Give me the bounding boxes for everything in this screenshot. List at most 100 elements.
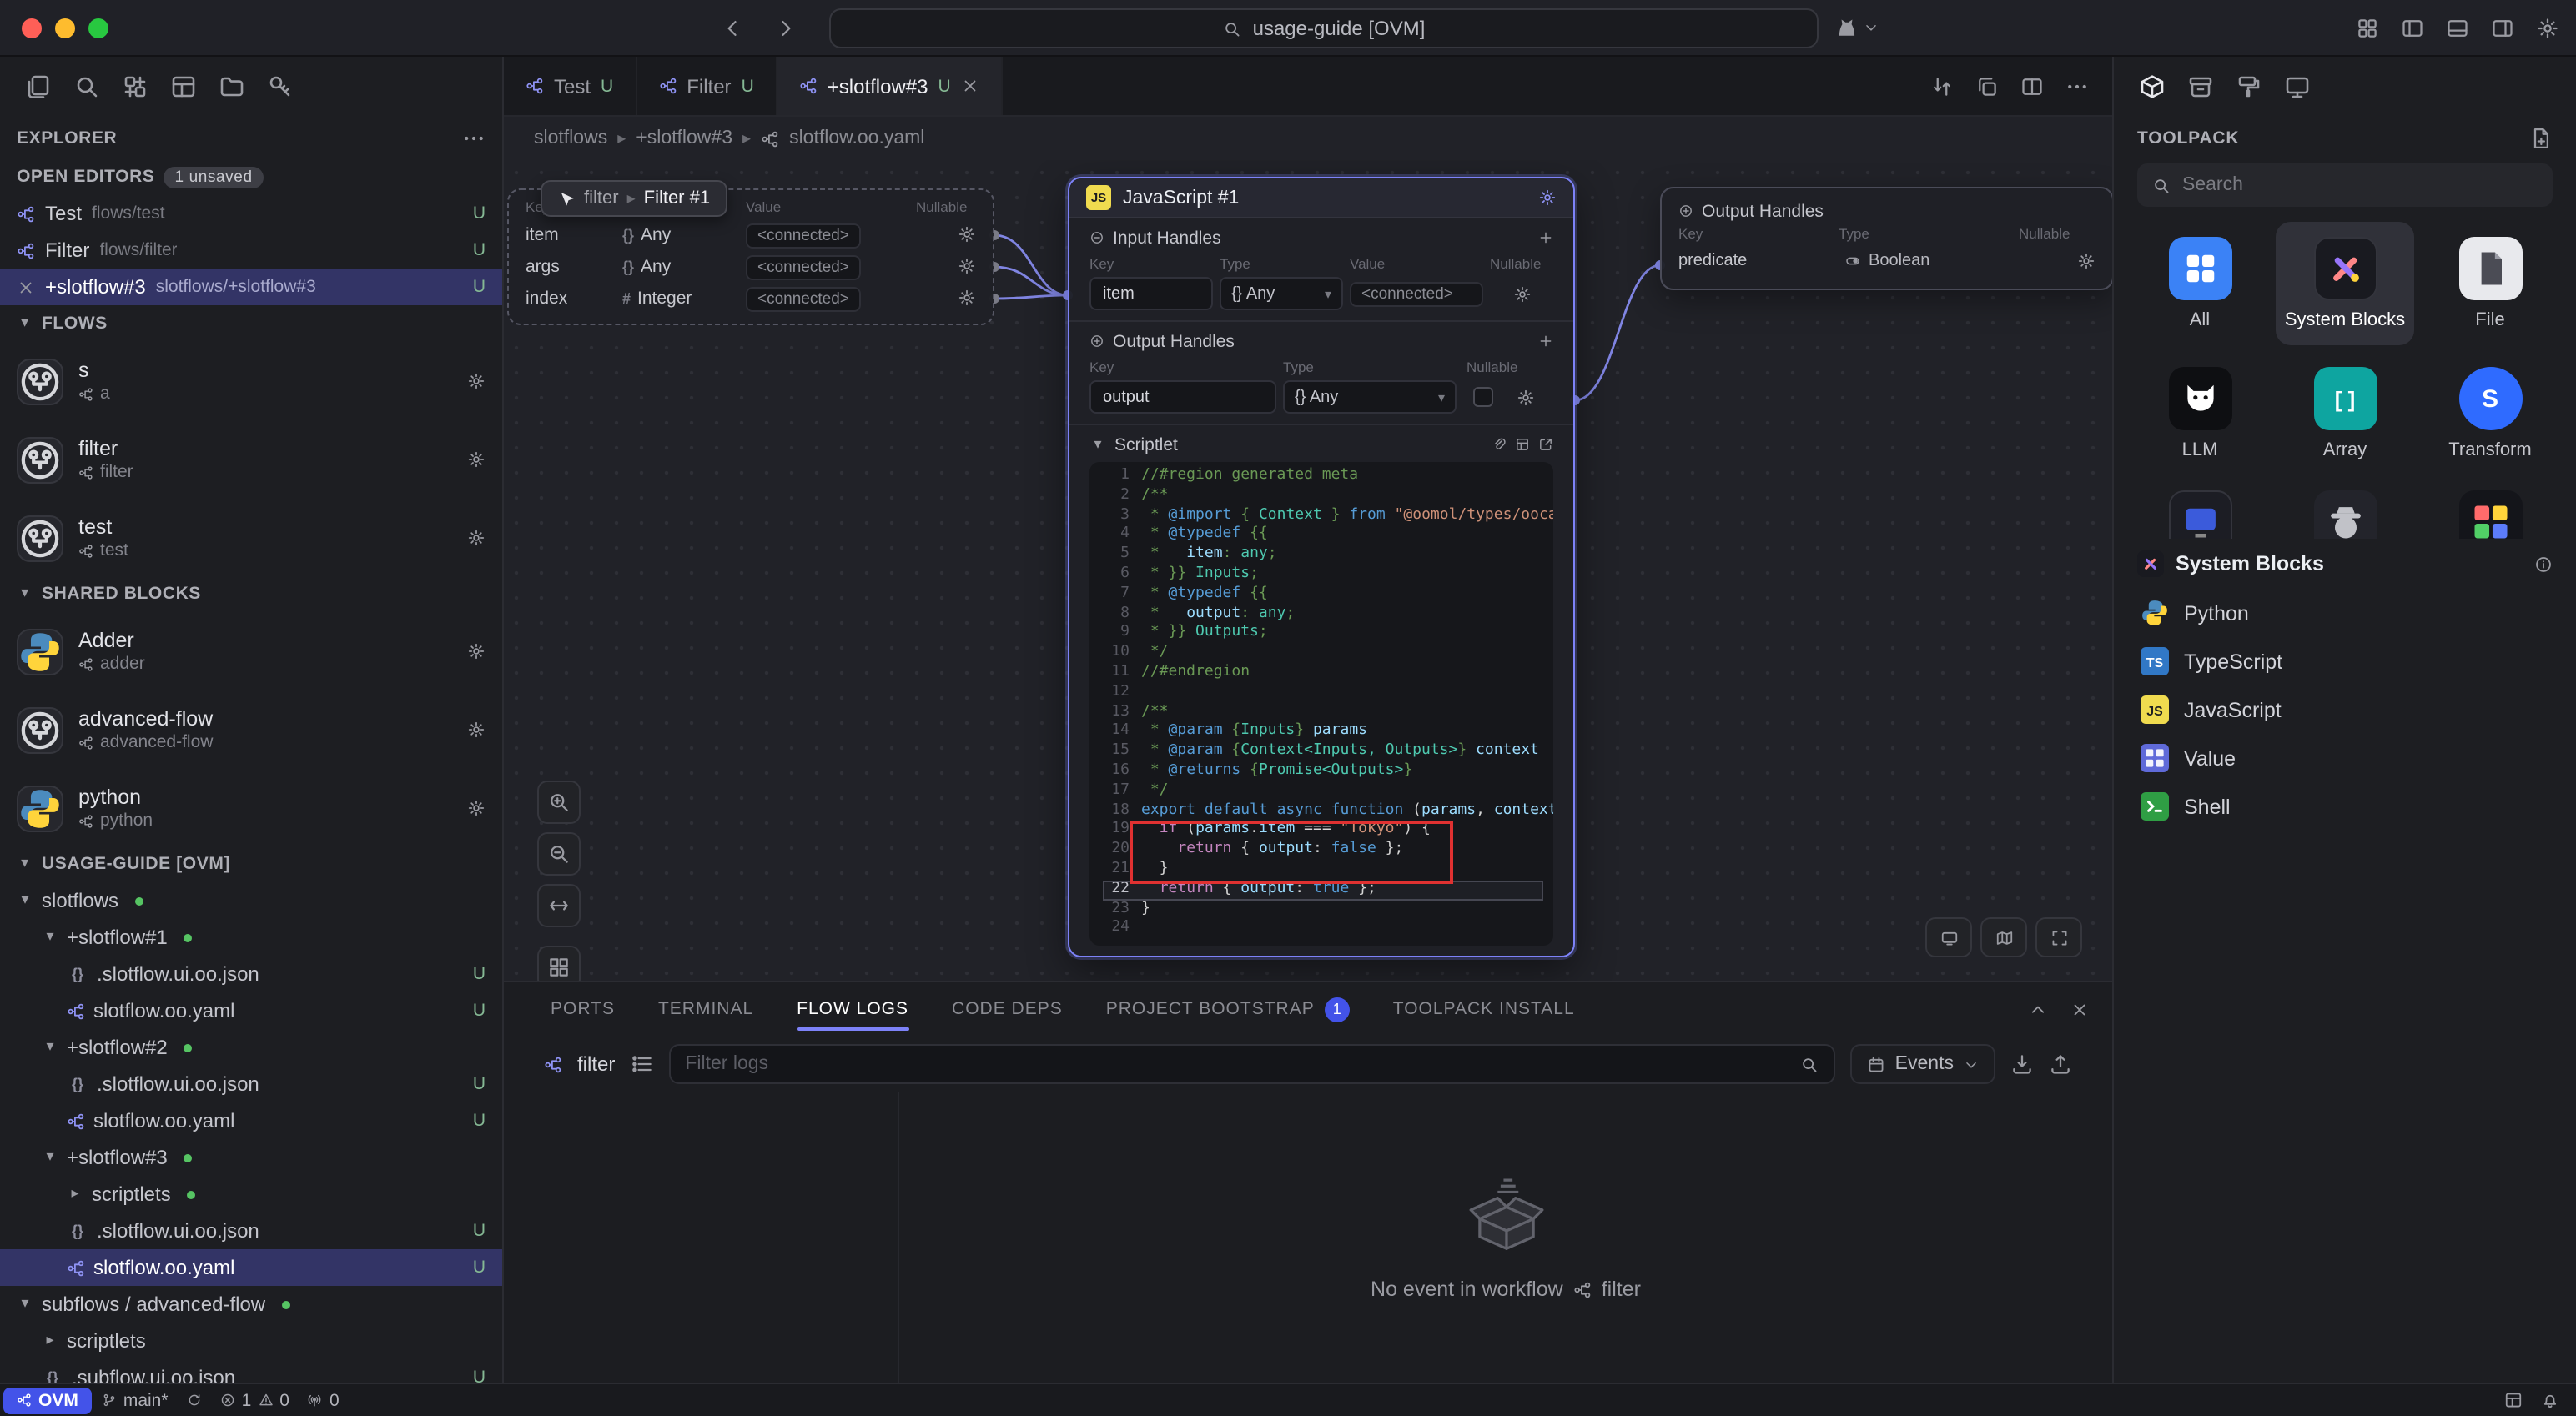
flow-settings-icon[interactable] (467, 529, 486, 547)
close-icon[interactable] (17, 278, 35, 296)
problems[interactable]: 1 0 (220, 1390, 289, 1410)
tree-item[interactable]: ▾+slotflow#3 (0, 1139, 502, 1176)
copy-icon[interactable] (1975, 74, 1999, 98)
flow-settings-icon[interactable] (467, 799, 486, 817)
tree-item[interactable]: ▸scriptlets (0, 1323, 502, 1359)
new-toolpack-icon[interactable] (2529, 126, 2553, 149)
flow-settings-icon[interactable] (467, 721, 486, 739)
breadcrumb-item[interactable]: +slotflow#3 (636, 128, 732, 148)
apps-grid-icon[interactable] (2356, 16, 2379, 39)
handle-settings-icon[interactable] (1513, 284, 1532, 303)
export-log-icon[interactable] (2049, 1052, 2072, 1076)
close-panel-icon[interactable] (2070, 1000, 2089, 1018)
output-handles-node[interactable]: Output Handles Key Type Nullable predica… (1660, 187, 2112, 290)
toggle-right-panel-icon[interactable] (2491, 16, 2514, 39)
info-icon[interactable] (2534, 555, 2553, 573)
more-actions-icon[interactable] (462, 126, 486, 149)
open-editor-item[interactable]: Testflows/testU (0, 195, 502, 232)
tab-test[interactable]: Test U (504, 57, 636, 115)
fullscreen-button[interactable] (2035, 917, 2082, 957)
minimap-button[interactable] (1980, 917, 2027, 957)
close-window-button[interactable] (22, 18, 42, 38)
breadcrumb-item[interactable]: slotflows (534, 128, 607, 148)
toolpack-item-monitor[interactable] (2131, 475, 2269, 539)
toolpack-item-llm[interactable]: LLM (2131, 352, 2269, 475)
grid-toggle-button[interactable] (537, 946, 581, 981)
attach-icon[interactable] (1492, 437, 1507, 452)
flow-list-item[interactable]: filterfilter (0, 420, 502, 499)
tab-filter[interactable]: Filter U (636, 57, 777, 115)
toolpack-item-system-blocks[interactable]: System Blocks (2276, 222, 2414, 345)
panel-tab-code-deps[interactable]: CODE DEPS (952, 982, 1063, 1036)
workspace-header[interactable]: ▾ USAGE-GUIDE [OVM] (0, 846, 502, 882)
layout-icon[interactable] (2504, 1391, 2523, 1409)
flow-list-item[interactable]: sa (0, 342, 502, 420)
flows-header[interactable]: ▾ FLOWS (0, 305, 502, 342)
screen-view-button[interactable] (1925, 917, 1972, 957)
more-actions-icon[interactable] (2065, 74, 2089, 98)
panel-tab-toolpack-install[interactable]: TOOLPACK INSTALL (1393, 982, 1575, 1036)
expand-panel-icon[interactable] (2029, 1000, 2047, 1018)
toolpack-search[interactable] (2137, 163, 2553, 207)
toolpack-item-spy[interactable] (2276, 475, 2414, 539)
handle-settings-icon[interactable] (958, 225, 976, 244)
handle-settings-icon[interactable] (1517, 388, 1535, 406)
tree-item[interactable]: ▾+slotflow#2 (0, 1029, 502, 1066)
bell-icon[interactable] (2541, 1391, 2559, 1409)
save-log-icon[interactable] (2010, 1052, 2034, 1076)
forward-icon[interactable] (774, 16, 797, 39)
toolpack-item-colors[interactable] (2421, 475, 2559, 539)
events-dropdown[interactable]: Events (1850, 1044, 1995, 1084)
tree-item[interactable]: {}.slotflow.ui.oo.jsonU (0, 1066, 502, 1102)
toolpack-tab-icon[interactable] (2139, 73, 2166, 100)
panel-tab-project-bootstrap[interactable]: PROJECT BOOTSTRAP1 (1106, 982, 1350, 1036)
active-flow-name[interactable]: filter (577, 1052, 615, 1076)
ovm-badge[interactable]: OVM (3, 1387, 92, 1413)
block-item-python[interactable]: Python (2114, 589, 2576, 637)
zoom-in-button[interactable] (537, 781, 581, 824)
git-branch[interactable]: main* (102, 1390, 169, 1410)
handle-settings-icon[interactable] (958, 289, 976, 307)
handle-key-input[interactable]: item (1089, 277, 1213, 310)
fit-view-button[interactable] (537, 884, 581, 927)
sync-status[interactable] (187, 1393, 202, 1408)
table-icon[interactable] (1515, 437, 1530, 452)
split-editor-icon[interactable] (2020, 74, 2044, 98)
log-list-icon[interactable] (630, 1052, 653, 1076)
tree-item[interactable]: {}.subflow.ui.oo.jsonU (0, 1359, 502, 1383)
block-item-shell[interactable]: Shell (2114, 782, 2576, 831)
layout-icon[interactable] (170, 73, 197, 100)
tree-item[interactable]: ▾slotflows (0, 882, 502, 919)
open-editor-item[interactable]: Filterflows/filterU (0, 232, 502, 269)
settings-gear-icon[interactable] (2536, 16, 2559, 39)
toolpack-item-array[interactable]: [ ]Array (2276, 352, 2414, 475)
titlebar-search[interactable]: usage-guide [OVM] (829, 8, 1819, 48)
flow-settings-icon[interactable] (467, 372, 486, 390)
block-item-typescript[interactable]: TSTypeScript (2114, 637, 2576, 685)
back-icon[interactable] (721, 16, 744, 39)
node-settings-icon[interactable] (1538, 188, 1557, 207)
node-header[interactable]: JS JavaScript #1 (1069, 178, 1573, 218)
toolpack-item-transform[interactable]: STransform (2421, 352, 2559, 475)
minimize-window-button[interactable] (55, 18, 75, 38)
panel-tab-terminal[interactable]: TERMINAL (658, 982, 753, 1036)
filter-logs-input[interactable] (685, 1054, 1789, 1074)
panel-tab-ports[interactable]: PORTS (551, 982, 615, 1036)
close-tab-icon[interactable] (961, 77, 979, 95)
tree-item[interactable]: slotflow.oo.yamlU (0, 992, 502, 1029)
mascot-menu[interactable] (1835, 16, 1879, 39)
flow-list-item[interactable]: Adderadder (0, 612, 502, 690)
breadcrumb-item[interactable]: slotflow.oo.yaml (789, 128, 924, 148)
tree-item[interactable]: ▾+slotflow#1 (0, 919, 502, 956)
tab-slotflow3[interactable]: +slotflow#3 U (777, 57, 1003, 115)
folder-icon[interactable] (219, 73, 245, 100)
ports-status[interactable]: 0 (308, 1390, 340, 1410)
toggle-left-panel-icon[interactable] (2401, 16, 2424, 39)
flow-list-item[interactable]: advanced-flowadvanced-flow (0, 690, 502, 769)
tree-item[interactable]: ▸scriptlets (0, 1176, 502, 1213)
block-item-javascript[interactable]: JSJavaScript (2114, 685, 2576, 734)
nullable-checkbox[interactable] (1473, 387, 1493, 407)
add-input-icon[interactable] (1538, 230, 1553, 245)
open-editor-item[interactable]: +slotflow#3slotflows/+slotflow#3U (0, 269, 502, 305)
open-external-icon[interactable] (1538, 437, 1553, 452)
